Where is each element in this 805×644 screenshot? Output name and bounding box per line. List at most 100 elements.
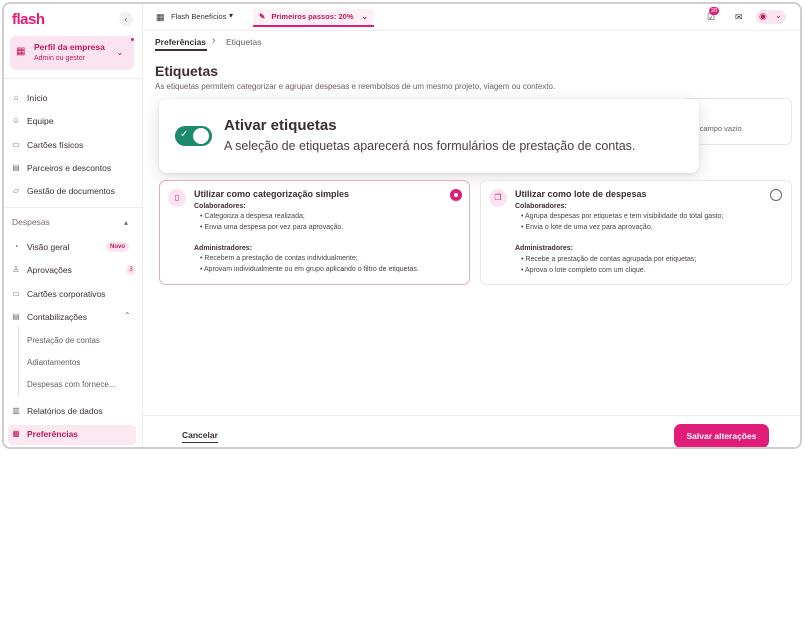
profile-name: Perfil da empresa (34, 42, 105, 52)
chevron-right-icon: › (212, 35, 216, 46)
sidebar: flash ‹ ▦ Perfil da empresa Admin ou ges… (4, 4, 143, 447)
section-despesas[interactable]: Despesas (12, 217, 50, 227)
option-collab-heading: Colaboradores: (515, 203, 567, 210)
list-item: • Recebe a prestação de contas agrupada … (521, 256, 697, 263)
sidebar-item-label: Contabilizações (27, 312, 88, 322)
option-admin-heading: Administradores: (194, 245, 252, 252)
settings-grid-icon: ▦ (12, 429, 20, 438)
users-icon: ☺ (11, 116, 21, 125)
sidebar-item-documentos[interactable]: ▱ Gestão de documentos (8, 182, 136, 202)
sidebar-item-fornecedores[interactable]: Despesas com fornece... (8, 376, 136, 396)
activate-tags-description: A seleção de etiquetas aparecerá nos for… (224, 139, 636, 153)
sidebar-item-cartoes-fisicos[interactable]: ▭ Cartões físicos (8, 136, 136, 156)
sidebar-item-label: Despesas com fornece... (27, 380, 116, 389)
sidebar-item-equipe[interactable]: ☺ Equipe (8, 112, 136, 132)
list-item: • Aprovam individualmente ou em grupo ap… (200, 266, 419, 273)
sidebar-item-parceiros[interactable]: ▤ Parceiros e descontos (8, 159, 136, 179)
chevron-down-icon: ⌄ (361, 12, 368, 21)
home-icon: ⌂ (13, 93, 19, 102)
sidebar-item-visao-geral[interactable]: ◔ Visão geral Novo (8, 238, 136, 258)
sidebar-item-label: Aprovações (27, 265, 72, 275)
breadcrumb-current: Etiquetas (226, 37, 262, 47)
user-avatar-icon: ◉ (759, 11, 767, 21)
footer-bar: Cancelar Salvar alterações (143, 415, 800, 447)
chevron-up-icon: ⌃ (124, 311, 131, 320)
thumbs-up-icon: ♙ (12, 265, 20, 274)
cancel-button[interactable]: Cancelar (182, 430, 218, 443)
sidebar-item-contabilizacoes[interactable]: ▤ Contabilizações ⌃ (8, 308, 136, 328)
activate-tags-title: Ativar etiquetas (224, 117, 337, 134)
toggle-knob (193, 128, 209, 144)
first-steps-button[interactable]: ✎ Primeiros passos: 20% ⌄ (253, 9, 374, 27)
app-window: flash ‹ ▦ Perfil da empresa Admin ou ges… (2, 2, 802, 449)
dashboard-icon: ◔ (13, 242, 19, 251)
breadcrumb-parent[interactable]: Preferências (155, 37, 206, 47)
building-icon: ▦ (16, 46, 26, 57)
sidebar-item-adiantamentos[interactable]: Adiantamentos (8, 354, 136, 374)
collapse-sidebar-icon[interactable]: ‹ (119, 12, 133, 26)
sidebar-item-label: Preferências (27, 429, 79, 439)
sidebar-item-cartoes-corporativos[interactable]: ▭ Cartões corporativos (8, 285, 136, 305)
sidebar-item-preferencias[interactable]: ▦ Preferências (8, 425, 136, 445)
option-title: Utilizar como categorização simples (194, 189, 350, 199)
sidebar-item-label: Prestação de contas (27, 336, 100, 345)
sidebar-item-aprovacoes[interactable]: ♙ Aprovações 3 (8, 261, 136, 281)
notification-count-badge: 28 (709, 7, 720, 15)
new-badge: Novo (106, 242, 129, 252)
sidebar-item-relatorios[interactable]: ▥ Relatórios de dados (8, 402, 136, 422)
list-item: • Recebem a prestação de contas individu… (200, 255, 358, 262)
option-title: Utilizar como lote de despesas (515, 189, 647, 199)
list-item: • Envia uma despesa por vez para aprovaç… (200, 224, 344, 231)
list-item: • Categoriza a despesa realizada; (200, 213, 305, 220)
building-icon: ▦ (156, 12, 165, 22)
mail-icon[interactable]: ✉ (735, 12, 743, 23)
activate-tags-card: ✓ Ativar etiquetas A seleção de etiqueta… (159, 99, 699, 173)
document-icon: ▯ (168, 189, 186, 207)
sidebar-item-label: Adiantamentos (27, 358, 81, 367)
folder-icon: ▱ (12, 186, 20, 195)
page-title: Etiquetas (155, 63, 219, 79)
sidebar-item-label: Visão geral (27, 242, 70, 252)
sidebar-item-label: Cartões corporativos (27, 289, 106, 299)
activate-tags-toggle[interactable]: ✓ (175, 126, 212, 146)
count-badge: 3 (126, 265, 136, 275)
profile-switcher[interactable]: ▦ Perfil da empresa Admin ou gestor ⌄ (10, 36, 134, 70)
list-item: • Envia o lote de uma vez para aprovação… (521, 224, 653, 231)
option-admin-heading: Administradores: (515, 245, 573, 252)
chevron-up-icon[interactable]: ▴ (124, 218, 128, 227)
brand-logo[interactable]: flash (12, 11, 45, 28)
list-item: • Agrupa despesas por etiquetas e tem vi… (521, 213, 724, 220)
breadcrumb-underline (155, 49, 207, 51)
chevron-down-icon: ⌄ (116, 47, 124, 57)
divider (4, 207, 143, 208)
report-icon: ▥ (12, 406, 20, 415)
option-simple-categorization[interactable]: ▯ Utilizar como categorização simples Co… (159, 180, 470, 285)
option-expense-batch[interactable]: ❐ Utilizar como lote de despesas Colabor… (480, 180, 792, 285)
option-collab-heading: Colaboradores: (194, 203, 246, 210)
sidebar-item-label: Equipe (27, 116, 54, 126)
store-icon: ▤ (12, 163, 20, 172)
caret-down-icon[interactable]: ▾ (229, 11, 233, 20)
notification-dot (131, 38, 134, 41)
first-steps-label: Primeiros passos: 20% (271, 12, 354, 21)
rocket-icon: ✎ (259, 12, 266, 21)
card-icon: ▭ (12, 289, 20, 298)
company-selector[interactable]: Flash Benefícios (171, 12, 226, 21)
check-icon: ✓ (180, 129, 189, 140)
sidebar-item-label: Cartões físicos (27, 140, 84, 150)
user-menu[interactable]: ◉ ⌄ (756, 10, 786, 24)
ledger-icon: ▤ (12, 312, 20, 321)
sidebar-item-label: Início (27, 93, 48, 103)
list-item: • Aprova o lote completo com um clique. (521, 267, 646, 274)
profile-role: Admin ou gestor (34, 55, 85, 62)
save-button[interactable]: Salvar alterações (674, 424, 769, 447)
sidebar-item-prestacao[interactable]: Prestação de contas (8, 332, 136, 352)
option-radio-selected[interactable] (450, 189, 462, 201)
documents-icon: ❐ (489, 189, 507, 207)
option-radio-unselected[interactable] (770, 189, 782, 201)
sidebar-item-inicio[interactable]: ⌂ Início (8, 89, 136, 109)
sidebar-item-label: Parceiros e descontos (27, 163, 112, 173)
sidebar-item-label: Relatórios de dados (27, 406, 103, 416)
page-description: As etiquetas permitem categorizar e agru… (155, 82, 556, 91)
divider (4, 78, 143, 79)
